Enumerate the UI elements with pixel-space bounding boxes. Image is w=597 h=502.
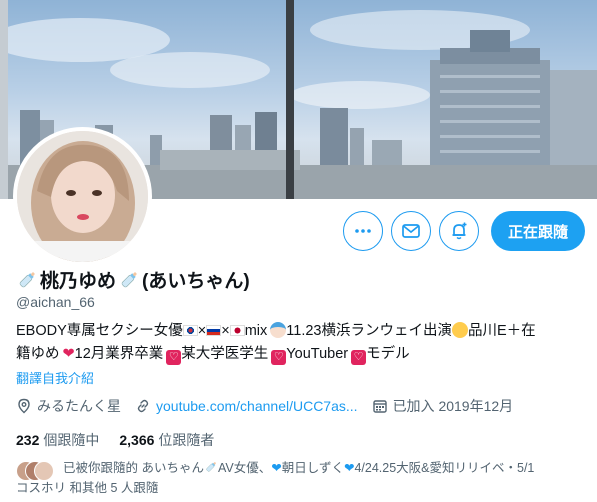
baby-bottle-icon	[121, 271, 137, 287]
red-heart-icon: ❤	[62, 346, 75, 362]
bio-text: 12月業界卒業	[74, 346, 164, 362]
following-label: 個跟隨中	[43, 432, 100, 448]
russia-flag-icon	[206, 325, 222, 336]
bio-text: mix	[244, 323, 268, 339]
message-icon	[402, 224, 420, 238]
followed-text: 已被你跟隨的 あいちゃん	[63, 461, 204, 475]
profile-avatar[interactable]	[13, 127, 152, 266]
translate-bio-link[interactable]: 翻譯自我介紹	[16, 368, 94, 387]
bio-text: ×	[221, 323, 230, 339]
baby-bottle-icon	[19, 271, 35, 287]
location: みるたんく星	[16, 396, 121, 416]
japan-flag-icon	[229, 325, 245, 336]
followers-count: 2,366	[119, 432, 155, 448]
bio-text: ×	[197, 323, 207, 339]
followers-label: 位跟隨者	[158, 432, 215, 448]
followed-text: 4/24.25大阪&愛知リリイベ・5/1	[354, 461, 535, 475]
heart-box-icon: ♡	[166, 350, 182, 365]
followers-stat[interactable]: 2,366 位跟隨者	[119, 430, 214, 450]
calendar-icon	[372, 400, 387, 413]
heart-box-icon: ♡	[271, 350, 287, 365]
more-button[interactable]	[342, 211, 383, 251]
bio-text: EBODY専属セクシー女優	[16, 323, 183, 339]
bio-text: 籍ゆめ	[16, 346, 60, 362]
followers-you-know[interactable]: 已被你跟隨的 あいちゃん AV女優、❤朝日しずく❤4/24.25大阪&愛知リリイベ…	[16, 458, 591, 498]
bio-line-1: EBODY専属セクシー女優 × × mix 11.23横浜ランウェイ出演 品川E＋在	[16, 320, 586, 343]
nurse-emoji-icon	[270, 322, 287, 338]
relieved-face-icon	[451, 322, 468, 338]
followed-text: コスホリ 和其他 5 人跟隨	[16, 481, 159, 495]
notifications-button[interactable]	[438, 211, 479, 251]
website: youtube.com/channel/UCC7as...	[135, 398, 358, 414]
baby-bottle-icon	[206, 462, 216, 472]
following-stat[interactable]: 232 個跟隨中	[16, 430, 99, 450]
profile-actions: 正在跟隨	[342, 211, 585, 251]
user-handle: @aichan_66	[16, 294, 95, 310]
followers-you-know-text: 已被你跟隨的 あいちゃん AV女優、❤朝日しずく❤4/24.25大阪&愛知リリイベ…	[16, 458, 591, 498]
bio-text: モデル	[366, 346, 410, 362]
website-link[interactable]: youtube.com/channel/UCC7as...	[156, 398, 358, 414]
message-button[interactable]	[390, 211, 431, 251]
blue-heart-icon: ❤	[271, 461, 282, 475]
following-count: 232	[16, 432, 40, 448]
display-name-suffix: (あいちゃん)	[142, 271, 250, 292]
avatar-photo	[17, 131, 148, 262]
bio-text: YouTuber	[286, 346, 349, 362]
following-button[interactable]: 正在跟隨	[490, 211, 585, 251]
bio-text: 某大学医学生	[181, 346, 269, 362]
location-pin-icon	[18, 398, 30, 414]
join-date: 已加入 2019年12月	[372, 396, 514, 416]
blue-heart-icon: ❤	[343, 461, 355, 475]
display-name: 桃乃ゆめ (あいちゃん)	[16, 266, 250, 293]
more-icon	[355, 229, 371, 233]
bio-text: 11.23横浜ランウェイ出演	[286, 323, 452, 339]
bio-text: 品川E＋在	[467, 323, 536, 339]
follow-stats: 232 個跟隨中 2,366 位跟隨者	[16, 430, 214, 450]
profile-meta: みるたんく星 youtube.com/channel/UCC7as... 已加入…	[16, 396, 527, 416]
heart-box-icon: ♡	[351, 350, 367, 365]
profile-bio: EBODY専属セクシー女優 × × mix 11.23横浜ランウェイ出演 品川E＋在 籍ゆ…	[16, 320, 586, 366]
display-name-text: 桃乃ゆめ	[40, 271, 117, 292]
followers-avatars	[16, 461, 54, 481]
korea-flag-icon	[182, 325, 198, 336]
join-date-text: 已加入 2019年12月	[392, 398, 514, 414]
bell-plus-icon	[452, 222, 467, 240]
link-icon	[137, 399, 149, 413]
followed-text: 朝日しずく	[281, 461, 344, 475]
bio-line-2: 籍ゆめ ❤12月業界卒業 ♡ 某大学医学生 ♡ YouTuber ♡ モデル	[16, 343, 586, 366]
location-text: みるたんく星	[37, 398, 121, 414]
followed-text: AV女優、	[217, 461, 272, 475]
follower-avatar	[34, 461, 54, 481]
